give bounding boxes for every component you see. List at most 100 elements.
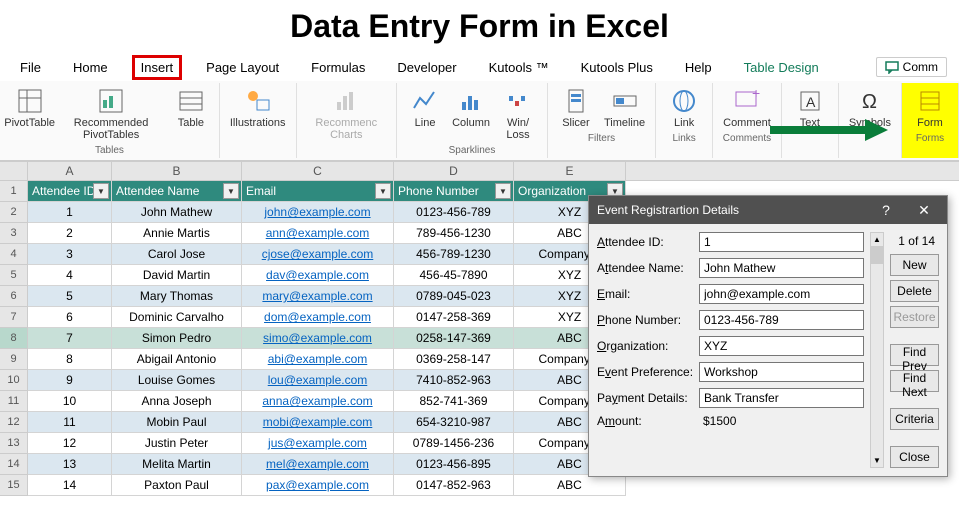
col-header-D[interactable]: D bbox=[394, 162, 514, 180]
row-header-8[interactable]: 8 bbox=[0, 328, 28, 349]
row-header-6[interactable]: 6 bbox=[0, 286, 28, 307]
cell-id[interactable]: 6 bbox=[28, 307, 112, 328]
illustrations-button[interactable]: Illustrations bbox=[226, 85, 290, 131]
row-header-1[interactable]: 1 bbox=[0, 181, 28, 202]
row-header-11[interactable]: 11 bbox=[0, 391, 28, 412]
cell-phone[interactable]: 654-3210-987 bbox=[394, 412, 514, 433]
col-header-B[interactable]: B bbox=[112, 162, 242, 180]
row-header-7[interactable]: 7 bbox=[0, 307, 28, 328]
filter-dropdown-icon[interactable]: ▼ bbox=[223, 183, 239, 199]
table-header-1[interactable]: Attendee Name▼ bbox=[112, 181, 242, 202]
tab-table-design[interactable]: Table Design bbox=[736, 56, 827, 79]
comments-button[interactable]: Comm bbox=[876, 57, 947, 77]
cell-email[interactable]: mel@example.com bbox=[242, 454, 394, 475]
filter-dropdown-icon[interactable]: ▼ bbox=[495, 183, 511, 199]
close-button[interactable]: Close bbox=[890, 446, 939, 468]
cell-phone[interactable]: 789-456-1230 bbox=[394, 223, 514, 244]
form-scrollbar[interactable]: ▲ ▼ bbox=[870, 232, 884, 468]
cell-email[interactable]: mobi@example.com bbox=[242, 412, 394, 433]
recommended-pivottables-button[interactable]: Recommended PivotTables bbox=[55, 85, 167, 143]
col-header-A[interactable]: A bbox=[28, 162, 112, 180]
dialog-titlebar[interactable]: Event Registrartion Details ? ✕ bbox=[589, 196, 947, 224]
cell-phone[interactable]: 456-789-1230 bbox=[394, 244, 514, 265]
cell-id[interactable]: 12 bbox=[28, 433, 112, 454]
timeline-button[interactable]: Timeline bbox=[600, 85, 649, 131]
sparkline-line-button[interactable]: Line bbox=[403, 85, 447, 143]
cell-id[interactable]: 11 bbox=[28, 412, 112, 433]
cell-name[interactable]: David Martin bbox=[112, 265, 242, 286]
col-header-C[interactable]: C bbox=[242, 162, 394, 180]
row-header-14[interactable]: 14 bbox=[0, 454, 28, 475]
tab-developer[interactable]: Developer bbox=[389, 56, 464, 79]
row-header-9[interactable]: 9 bbox=[0, 349, 28, 370]
row-header-10[interactable]: 10 bbox=[0, 370, 28, 391]
cell-name[interactable]: Annie Martis bbox=[112, 223, 242, 244]
cell-phone[interactable]: 0147-258-369 bbox=[394, 307, 514, 328]
cell-phone[interactable]: 456-45-7890 bbox=[394, 265, 514, 286]
new-button[interactable]: New bbox=[890, 254, 939, 276]
cell-email[interactable]: lou@example.com bbox=[242, 370, 394, 391]
table-header-2[interactable]: Email▼ bbox=[242, 181, 394, 202]
cell-id[interactable]: 10 bbox=[28, 391, 112, 412]
filter-dropdown-icon[interactable]: ▼ bbox=[375, 183, 391, 199]
cell-email[interactable]: abi@example.com bbox=[242, 349, 394, 370]
row-header-13[interactable]: 13 bbox=[0, 433, 28, 454]
cell-name[interactable]: Abigail Antonio bbox=[112, 349, 242, 370]
tab-file[interactable]: File bbox=[12, 56, 49, 79]
form-input-2[interactable] bbox=[699, 284, 864, 304]
form-input-5[interactable] bbox=[699, 362, 864, 382]
cell-phone[interactable]: 0123-456-789 bbox=[394, 202, 514, 223]
row-header-2[interactable]: 2 bbox=[0, 202, 28, 223]
tab-help[interactable]: Help bbox=[677, 56, 720, 79]
slicer-button[interactable]: Slicer bbox=[554, 85, 598, 131]
pivottable-button[interactable]: PivotTable bbox=[6, 85, 53, 143]
cell-name[interactable]: Mary Thomas bbox=[112, 286, 242, 307]
cell-email[interactable]: jus@example.com bbox=[242, 433, 394, 454]
row-header-3[interactable]: 3 bbox=[0, 223, 28, 244]
cell-email[interactable]: dom@example.com bbox=[242, 307, 394, 328]
sparkline-column-button[interactable]: Column bbox=[449, 85, 493, 143]
cell-phone[interactable]: 0789-045-023 bbox=[394, 286, 514, 307]
cell-phone[interactable]: 0369-258-147 bbox=[394, 349, 514, 370]
cell-phone[interactable]: 0789-1456-236 bbox=[394, 433, 514, 454]
comment-button[interactable]: +Comment bbox=[719, 85, 775, 131]
cell-name[interactable]: Simon Pedro bbox=[112, 328, 242, 349]
cell-email[interactable]: john@example.com bbox=[242, 202, 394, 223]
table-header-3[interactable]: Phone Number▼ bbox=[394, 181, 514, 202]
cell-email[interactable]: mary@example.com bbox=[242, 286, 394, 307]
delete-button[interactable]: Delete bbox=[890, 280, 939, 302]
cell-id[interactable]: 3 bbox=[28, 244, 112, 265]
cell-email[interactable]: pax@example.com bbox=[242, 475, 394, 496]
cell-id[interactable]: 14 bbox=[28, 475, 112, 496]
help-button[interactable]: ? bbox=[871, 202, 901, 219]
cell-id[interactable]: 8 bbox=[28, 349, 112, 370]
cell-phone[interactable]: 0123-456-895 bbox=[394, 454, 514, 475]
cell-id[interactable]: 2 bbox=[28, 223, 112, 244]
select-all-corner[interactable] bbox=[0, 162, 28, 180]
tab-kutools[interactable]: Kutools ™ bbox=[481, 56, 557, 79]
cell-name[interactable]: Dominic Carvalho bbox=[112, 307, 242, 328]
cell-phone[interactable]: 852-741-369 bbox=[394, 391, 514, 412]
cell-id[interactable]: 9 bbox=[28, 370, 112, 391]
cell-name[interactable]: Paxton Paul bbox=[112, 475, 242, 496]
tab-insert[interactable]: Insert bbox=[132, 55, 183, 80]
scroll-down-icon[interactable]: ▼ bbox=[873, 456, 881, 465]
form-input-4[interactable] bbox=[699, 336, 864, 356]
col-header-E[interactable]: E bbox=[514, 162, 626, 180]
cell-phone[interactable]: 7410-852-963 bbox=[394, 370, 514, 391]
row-header-12[interactable]: 12 bbox=[0, 412, 28, 433]
cell-email[interactable]: ann@example.com bbox=[242, 223, 394, 244]
cell-org[interactable]: ABC bbox=[514, 475, 626, 496]
cell-id[interactable]: 4 bbox=[28, 265, 112, 286]
form-button[interactable]: Form bbox=[908, 85, 952, 131]
scroll-up-icon[interactable]: ▲ bbox=[873, 235, 881, 244]
tab-kutools-plus[interactable]: Kutools Plus bbox=[573, 56, 661, 79]
cell-name[interactable]: Carol Jose bbox=[112, 244, 242, 265]
scroll-thumb[interactable] bbox=[871, 246, 883, 264]
form-input-0[interactable] bbox=[699, 232, 864, 252]
form-input-6[interactable] bbox=[699, 388, 864, 408]
row-header-15[interactable]: 15 bbox=[0, 475, 28, 496]
tab-formulas[interactable]: Formulas bbox=[303, 56, 373, 79]
cell-phone[interactable]: 0147-852-963 bbox=[394, 475, 514, 496]
find-prev-button[interactable]: Find Prev bbox=[890, 344, 939, 366]
